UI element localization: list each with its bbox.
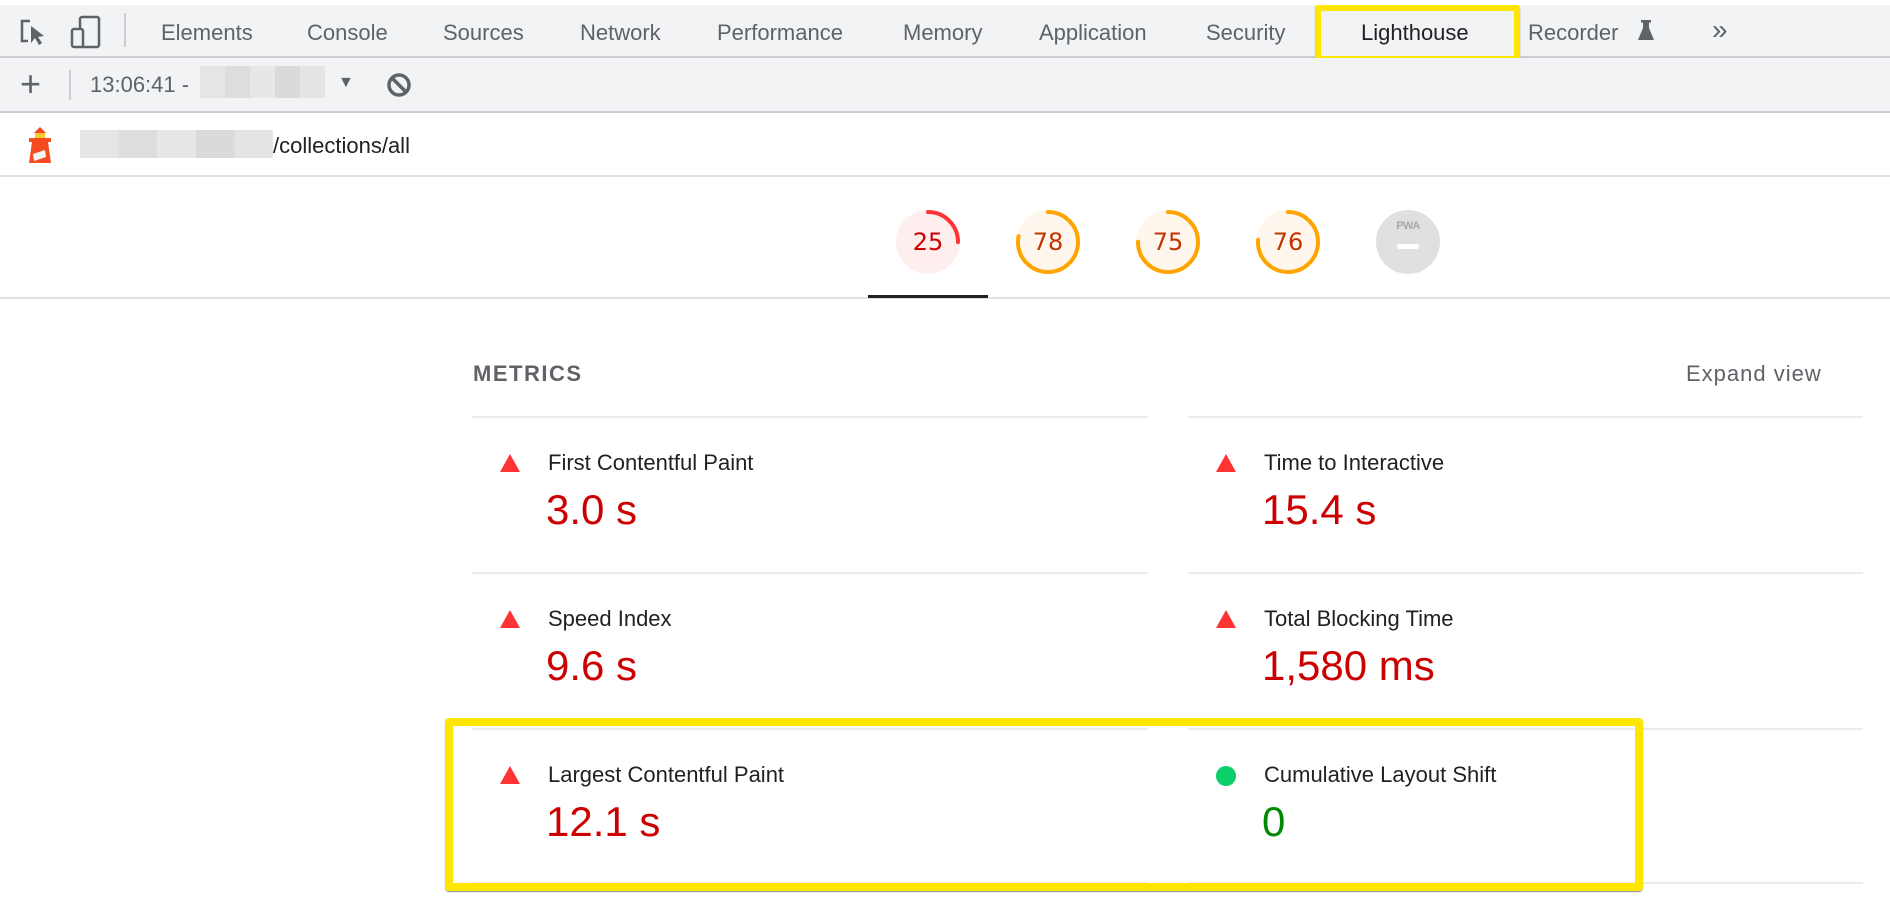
- metric-label: Time to Interactive: [1264, 450, 1445, 475]
- devtools-tab-bar: Elements Console Sources Network Perform…: [0, 5, 1890, 58]
- chevron-down-icon: ▼: [338, 74, 354, 91]
- category-gauges: 25 78 75 76 PWA: [0, 177, 1890, 299]
- gauge-pwa[interactable]: PWA: [1375, 209, 1441, 275]
- redacted-report-host: [200, 66, 325, 98]
- block-icon[interactable]: [386, 72, 412, 98]
- fail-triangle-icon: [500, 610, 520, 633]
- gauge-score: 75: [1152, 228, 1184, 256]
- metric-time-to-interactive: Time to Interactive 15.4 s: [1188, 418, 1863, 574]
- fail-triangle-icon: [1216, 454, 1236, 477]
- toolbar-separator: [69, 70, 71, 100]
- metric-value: 9.6 s: [546, 642, 638, 689]
- tab-sources[interactable]: Sources: [443, 5, 524, 56]
- metric-speed-index: Speed Index 9.6 s: [472, 574, 1147, 730]
- gauge-performance[interactable]: 25: [895, 209, 961, 275]
- report-selector[interactable]: 13:06:41 - ▼: [88, 58, 358, 111]
- tab-application[interactable]: Application: [1039, 5, 1147, 56]
- report-time: 13:06:41 -: [90, 72, 190, 97]
- lighthouse-toolbar: + 13:06:41 - ▼: [0, 58, 1890, 113]
- expand-view-toggle[interactable]: Expand view: [1686, 361, 1822, 387]
- redacted-report-host: [80, 130, 273, 158]
- inspect-element-icon[interactable]: [18, 17, 48, 47]
- tab-recorder[interactable]: Recorder: [1528, 5, 1618, 56]
- tab-security[interactable]: Security: [1206, 5, 1285, 56]
- fail-triangle-icon: [500, 454, 520, 477]
- metric-value: 15.4 s: [1262, 486, 1377, 533]
- tab-performance[interactable]: Performance: [717, 5, 843, 56]
- metrics-section-title: METRICS: [473, 361, 583, 386]
- gauge-score: 76: [1272, 228, 1304, 256]
- tab-network[interactable]: Network: [580, 5, 661, 56]
- metric-value: 3.0 s: [546, 486, 638, 533]
- metric-label: Total Blocking Time: [1264, 606, 1454, 631]
- metric-label: First Contentful Paint: [548, 450, 754, 475]
- metric-label: Speed Index: [548, 606, 672, 631]
- gauge-score: 78: [1032, 228, 1064, 256]
- metric-total-blocking-time: Total Blocking Time 1,580 ms: [1188, 574, 1863, 730]
- device-toolbar-icon[interactable]: [70, 15, 102, 49]
- toolbar-separator: [124, 13, 126, 47]
- highlight-lcp-cls-metrics: [445, 718, 1643, 891]
- lighthouse-logo-icon: [27, 127, 53, 163]
- gauge-seo[interactable]: 76: [1255, 209, 1321, 275]
- new-report-button[interactable]: +: [20, 63, 41, 105]
- metric-value: 1,580 ms: [1262, 642, 1435, 689]
- report-url-bar: /collections/all: [0, 113, 1890, 177]
- tab-console[interactable]: Console: [307, 5, 388, 56]
- more-tabs-button[interactable]: »: [1712, 5, 1728, 56]
- report-url[interactable]: /collections/all: [273, 133, 410, 159]
- pwa-label: PWA: [1396, 220, 1420, 232]
- active-gauge-indicator: [868, 295, 988, 298]
- pwa-badge-icon: [1376, 210, 1440, 274]
- gauge-best-practices[interactable]: 75: [1135, 209, 1201, 275]
- tab-elements[interactable]: Elements: [161, 5, 253, 56]
- tab-memory[interactable]: Memory: [903, 5, 982, 56]
- gauge-accessibility[interactable]: 78: [1015, 209, 1081, 275]
- metric-first-contentful-paint: First Contentful Paint 3.0 s: [472, 418, 1147, 574]
- gauge-score: 25: [912, 228, 944, 256]
- flask-icon: [1637, 20, 1655, 42]
- highlight-lighthouse-tab: [1315, 5, 1520, 62]
- fail-triangle-icon: [1216, 610, 1236, 633]
